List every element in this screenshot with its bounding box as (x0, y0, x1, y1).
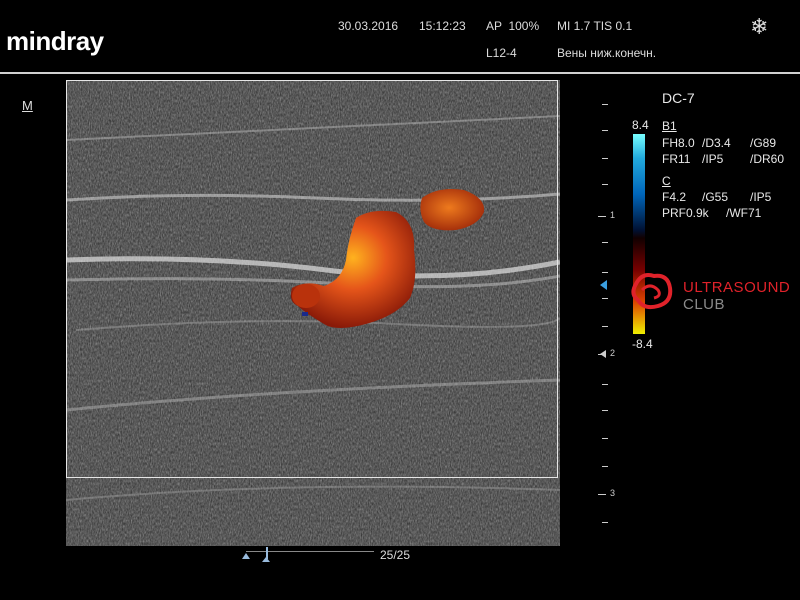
b-image-process: /IP5 (702, 152, 724, 166)
exam-time: 15:12:23 (419, 19, 466, 33)
b-gain: /G89 (750, 136, 777, 150)
color-scale-max: 8.4 (632, 118, 649, 132)
mi-tis-readout: MI 1.7 TIS 0.1 (557, 19, 633, 33)
depth-label-2: 2 (610, 348, 616, 358)
cine-frame-counter: 25/25 (380, 548, 411, 562)
ultrasound-club-logo-icon (628, 270, 676, 317)
c-frequency: F4.2 (662, 190, 687, 204)
color-scale-min: -8.4 (632, 337, 653, 351)
depth-ruler: 1 2 3 (586, 80, 626, 550)
b-fh: FH8.0 (662, 136, 695, 150)
b-dynamic-range: /DR60 (750, 152, 785, 166)
mode-marker: M (22, 98, 33, 113)
brand-logo: mindray (6, 26, 104, 56)
acoustic-power: AP 100% (486, 19, 540, 33)
depth-label-1: 1 (610, 210, 616, 220)
b-section-label: B1 (662, 119, 677, 133)
exam-preset: Вены ниж.конечн. (557, 46, 657, 60)
c-gain: /G55 (702, 190, 729, 204)
c-wall-filter: /WF71 (726, 206, 762, 220)
c-image-process: /IP5 (750, 190, 772, 204)
depth-label-3: 3 (610, 488, 616, 498)
header-divider (0, 72, 800, 74)
watermark-line1: ULTRASOUND (683, 279, 791, 296)
focus-zone-icon (600, 350, 606, 358)
focus-marker-icon[interactable] (600, 280, 607, 290)
probe-name: L12-4 (486, 46, 517, 60)
watermark-line2: CLUB (683, 296, 726, 313)
b-frame-rate: FR11 (662, 152, 691, 166)
snowflake-icon[interactable]: ❄ (750, 14, 768, 40)
cine-end-marker-icon[interactable] (262, 557, 270, 562)
cine-start-marker-icon[interactable] (242, 553, 250, 559)
color-box-roi[interactable] (66, 80, 558, 478)
exam-date: 30.03.2016 (338, 19, 399, 33)
mode-title: DC-7 (662, 90, 695, 106)
c-section-label: C (662, 174, 671, 188)
b-depth: /D3.4 (702, 136, 731, 150)
c-prf: PRF0.9k (662, 206, 709, 220)
